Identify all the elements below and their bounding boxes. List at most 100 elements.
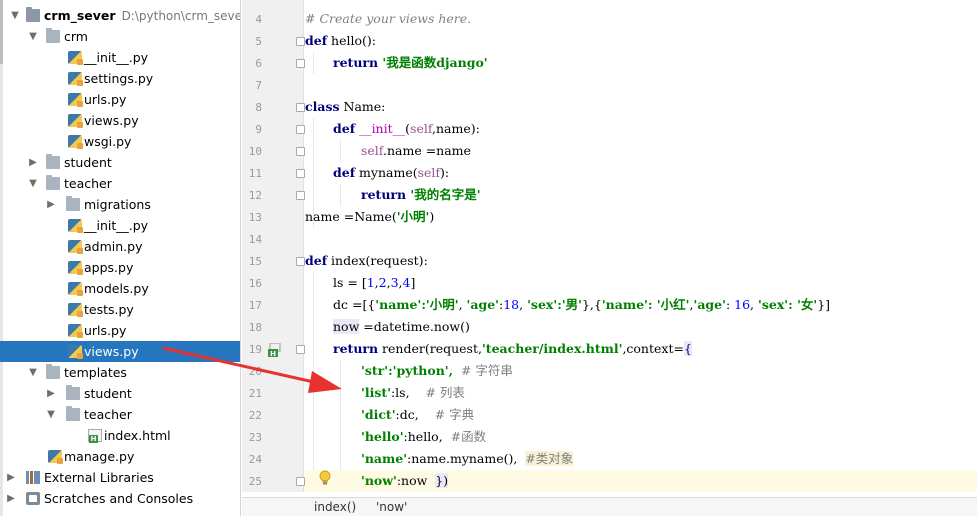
code-line-4[interactable]: # Create your views here. bbox=[305, 8, 977, 30]
line-number: 7 bbox=[255, 79, 262, 92]
tree-item-file[interactable]: __init__.py bbox=[0, 215, 240, 236]
tree-item-file[interactable]: __init__.py bbox=[0, 47, 240, 68]
fold-marker-icon[interactable] bbox=[296, 257, 305, 266]
file-label: apps.py bbox=[84, 260, 134, 275]
code-text: name =Name( bbox=[305, 209, 397, 224]
chevron-down-icon[interactable]: ▼ bbox=[28, 173, 38, 194]
lightbulb-icon[interactable] bbox=[318, 470, 332, 486]
tree-item-file[interactable]: tests.py bbox=[0, 299, 240, 320]
string-literal: 'str' bbox=[361, 363, 389, 378]
fold-marker-icon[interactable] bbox=[296, 169, 305, 178]
code-line-12[interactable]: return '我的名字是' bbox=[305, 184, 977, 206]
svg-text:H: H bbox=[270, 350, 276, 357]
code-line-8[interactable]: class Name: bbox=[305, 96, 977, 118]
fold-marker-icon[interactable] bbox=[296, 477, 305, 486]
fold-marker-icon[interactable] bbox=[296, 147, 305, 156]
code-line-23[interactable]: 'hello':hello, #函数 bbox=[305, 426, 977, 448]
folder-label: crm bbox=[64, 29, 88, 44]
chevron-right-icon[interactable]: ▶ bbox=[6, 467, 16, 488]
chevron-right-icon[interactable]: ▶ bbox=[28, 152, 38, 173]
navigate-to-template-icon[interactable]: H bbox=[268, 342, 282, 358]
project-root-name: crm_sever bbox=[44, 8, 116, 23]
chevron-down-icon[interactable]: ▼ bbox=[10, 5, 20, 26]
code-line-9[interactable]: def __init__(self,name): bbox=[305, 118, 977, 140]
fold-marker-icon[interactable] bbox=[296, 103, 305, 112]
chevron-down-icon[interactable]: ▼ bbox=[46, 404, 56, 425]
tree-item-student[interactable]: ▶ student bbox=[0, 152, 240, 173]
tree-item-templates[interactable]: ▼ templates bbox=[0, 362, 240, 383]
breadcrumb-key[interactable]: 'now' bbox=[376, 500, 407, 514]
tree-item-templates-student[interactable]: ▶ student bbox=[0, 383, 240, 404]
keyword: return bbox=[333, 341, 379, 356]
code-line-24[interactable]: 'name':name.myname(), #类对象 bbox=[305, 448, 977, 470]
tree-item-crm[interactable]: ▼ crm bbox=[0, 26, 240, 47]
string-literal: 'dict' bbox=[361, 407, 396, 422]
tree-item-file[interactable]: admin.py bbox=[0, 236, 240, 257]
tree-item-selected-file[interactable]: views.py bbox=[0, 341, 240, 362]
code-line-25-current[interactable]: 'now':now }) bbox=[305, 470, 977, 492]
chevron-right-icon[interactable]: ▶ bbox=[46, 383, 56, 404]
chevron-right-icon[interactable]: ▶ bbox=[46, 194, 56, 215]
code-line-21[interactable]: 'list':ls, # 列表 bbox=[305, 382, 977, 404]
line-number: 23 bbox=[248, 431, 262, 444]
code-line-14[interactable] bbox=[305, 228, 977, 250]
tree-item-scratches[interactable]: ▶ Scratches and Consoles bbox=[0, 488, 240, 509]
folder-label: student bbox=[64, 155, 112, 170]
code-line-19[interactable]: return render(request,'teacher/index.htm… bbox=[305, 338, 977, 360]
folder-icon bbox=[46, 154, 60, 169]
tree-item-migrations[interactable]: ▶ migrations bbox=[0, 194, 240, 215]
code-line-16[interactable]: ls = [1,2,3,4] bbox=[305, 272, 977, 294]
string-literal: 'age' bbox=[466, 297, 499, 312]
tree-item-external-libraries[interactable]: ▶ External Libraries bbox=[0, 467, 240, 488]
fold-marker-icon[interactable] bbox=[296, 125, 305, 134]
tree-item-project-root[interactable]: ▼ crm_sever D:\python\crm_sever bbox=[0, 5, 240, 26]
code-line-10[interactable]: self.name =name bbox=[305, 140, 977, 162]
chevron-right-icon[interactable]: ▶ bbox=[6, 488, 16, 509]
keyword: return bbox=[361, 187, 407, 202]
code-line-22[interactable]: 'dict':dc, # 字典 bbox=[305, 404, 977, 426]
fold-marker-icon[interactable] bbox=[296, 59, 305, 68]
fold-marker-icon[interactable] bbox=[296, 191, 305, 200]
code-line-5[interactable]: def hello(): bbox=[305, 30, 977, 52]
chevron-down-icon[interactable]: ▼ bbox=[28, 26, 38, 47]
string-literal: :'python', bbox=[388, 363, 453, 378]
library-icon bbox=[26, 471, 40, 484]
tree-item-templates-teacher[interactable]: ▼ teacher bbox=[0, 404, 240, 425]
code-text: ] bbox=[410, 275, 416, 290]
chevron-down-icon[interactable]: ▼ bbox=[28, 362, 38, 383]
tree-item-file[interactable]: models.py bbox=[0, 278, 240, 299]
code-line-18[interactable]: now =datetime.now() bbox=[305, 316, 977, 338]
python-file-icon bbox=[68, 303, 83, 317]
tree-item-file[interactable]: wsgi.py bbox=[0, 131, 240, 152]
code-line-6[interactable]: return '我是函数django' bbox=[305, 52, 977, 74]
fold-marker-icon[interactable] bbox=[296, 37, 305, 46]
comment: #函数 bbox=[450, 429, 487, 444]
tree-item-file[interactable]: apps.py bbox=[0, 257, 240, 278]
code-text: ) bbox=[429, 209, 435, 224]
tree-item-file[interactable]: views.py bbox=[0, 110, 240, 131]
tree-item-manage-py[interactable]: manage.py bbox=[0, 446, 240, 467]
code-editor[interactable]: # Create your views here. def hello(): r… bbox=[305, 0, 977, 492]
fold-marker-icon[interactable] bbox=[296, 345, 305, 354]
code-text: render(request, bbox=[378, 341, 482, 356]
code-line-15[interactable]: def index(request): bbox=[305, 250, 977, 272]
code-line-17[interactable]: dc =[{'name':'小明', 'age':18, 'sex':'男'},… bbox=[305, 294, 977, 316]
tree-item-index-html[interactable]: index.html bbox=[0, 425, 240, 446]
tree-item-file[interactable]: settings.py bbox=[0, 68, 240, 89]
code-text: dc =[{ bbox=[333, 297, 376, 312]
breadcrumb-function[interactable]: index() bbox=[314, 500, 356, 514]
tree-item-teacher[interactable]: ▼ teacher bbox=[0, 173, 240, 194]
line-number: 16 bbox=[248, 277, 262, 290]
tree-item-file[interactable]: urls.py bbox=[0, 320, 240, 341]
folder-icon bbox=[66, 196, 80, 211]
string-literal: 'name' bbox=[601, 297, 648, 312]
line-number: 6 bbox=[255, 57, 262, 70]
code-line-13[interactable]: name =Name('小明') bbox=[305, 206, 977, 228]
code-text: Name: bbox=[339, 99, 386, 114]
code-line-20[interactable]: 'str':'python', # 字符串 bbox=[305, 360, 977, 382]
code-line-11[interactable]: def myname(self): bbox=[305, 162, 977, 184]
magic-method: __init__ bbox=[359, 121, 406, 136]
tree-item-file[interactable]: urls.py bbox=[0, 89, 240, 110]
number-literal: 3 bbox=[390, 275, 399, 290]
code-line-7[interactable] bbox=[305, 74, 977, 96]
